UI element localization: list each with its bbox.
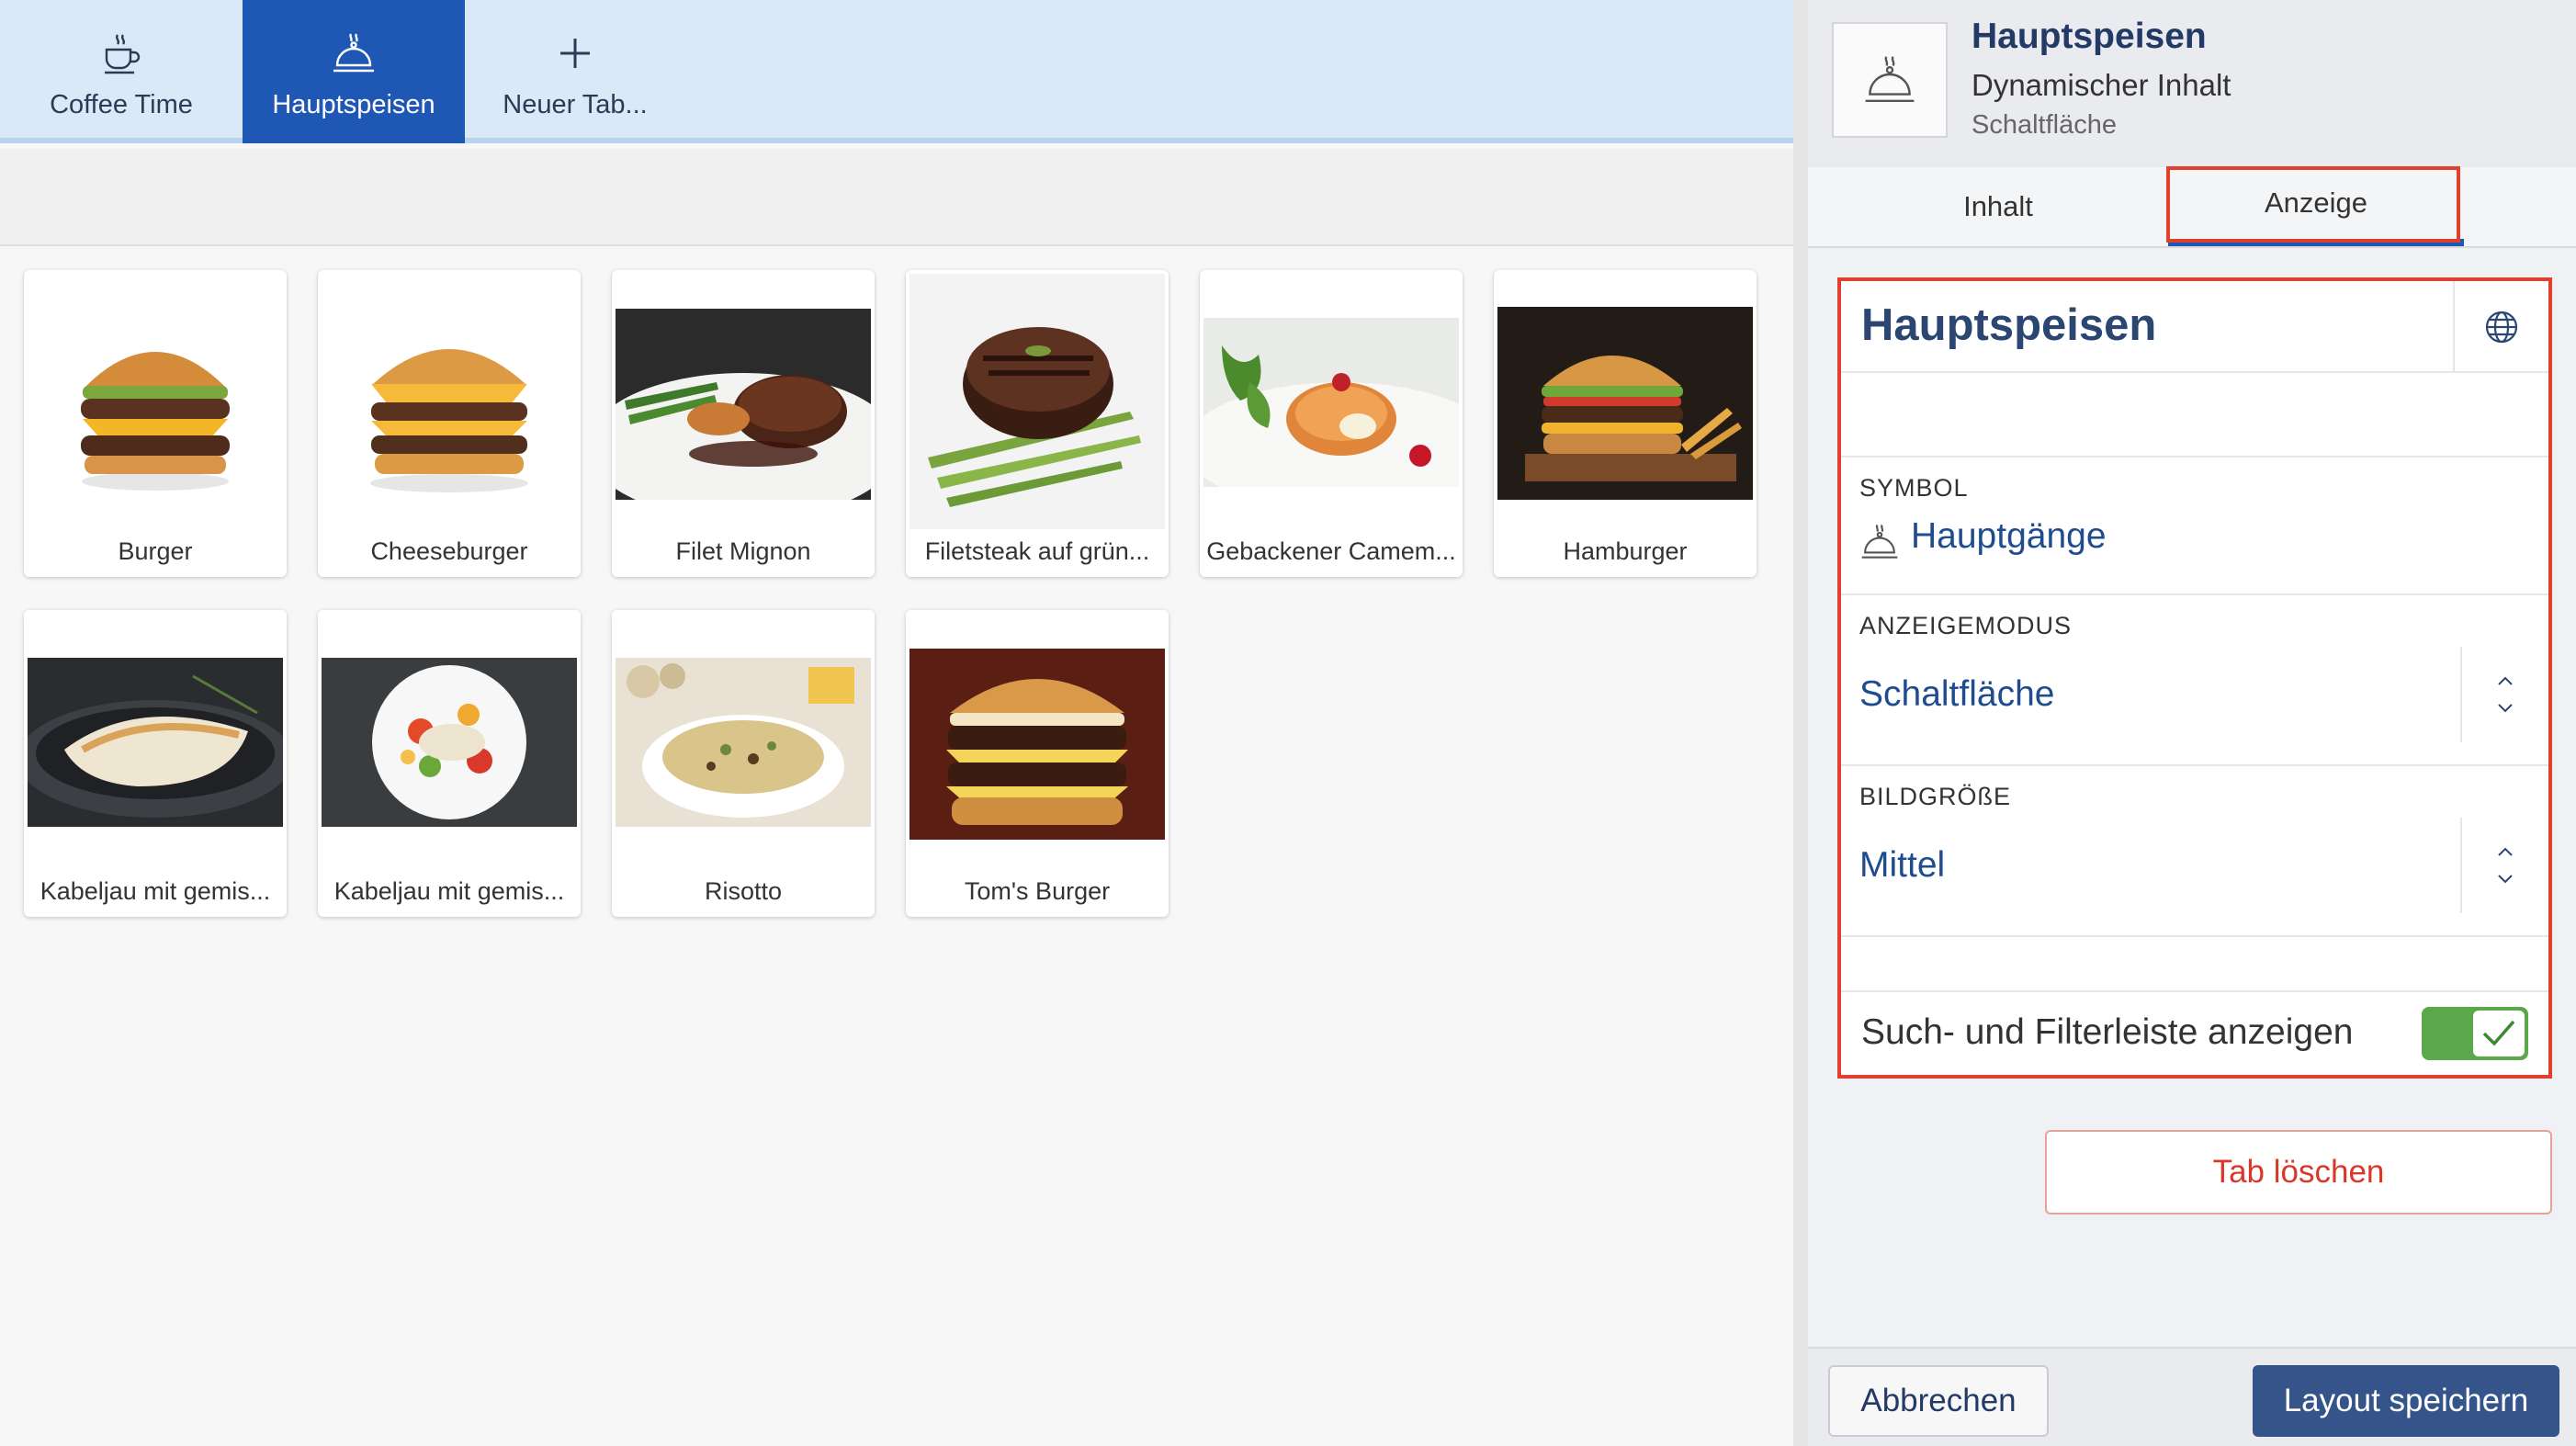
product-card-filetsteak[interactable]: Filetsteak auf grün... — [906, 270, 1169, 577]
panel-subtitle: Dynamischer Inhalt — [1972, 68, 2231, 102]
plus-icon — [551, 29, 599, 77]
product-card-burger[interactable]: Burger — [24, 270, 287, 577]
panel-footer: Abbrechen Layout speichern — [1808, 1347, 2576, 1446]
panel-header: Hauptspeisen Dynamischer Inhalt Schaltfl… — [1808, 0, 2576, 167]
display-mode-stepper[interactable] — [2460, 647, 2548, 742]
cheeseburger-photo — [322, 288, 577, 509]
search-filter-toggle-label: Such- und Filterleiste anzeigen — [1861, 1012, 2354, 1052]
toms-burger-photo — [910, 649, 1165, 840]
camembert-photo — [1203, 318, 1459, 487]
panel-element-type: Schaltfläche — [1972, 110, 2117, 140]
display-settings-form: Hauptspeisen SYMBOL Hauptgänge ANZEIGEMO… — [1837, 277, 2552, 1079]
tab-anzeige[interactable]: Anzeige — [2168, 167, 2464, 246]
product-card-kabeljau-2[interactable]: Kabeljau mit gemis... — [318, 610, 581, 917]
search-filter-bar — [0, 149, 1793, 246]
tab-new[interactable]: Neuer Tab... — [465, 0, 685, 143]
product-card-risotto[interactable]: Risotto — [612, 610, 875, 917]
image-size-label: BILDGRÖßE — [1859, 783, 2012, 810]
check-icon — [2473, 1011, 2525, 1056]
product-card-cheeseburger[interactable]: Cheeseburger — [318, 270, 581, 577]
cloche-icon — [1832, 22, 1948, 138]
properties-panel: Hauptspeisen Dynamischer Inhalt Schaltfl… — [1808, 0, 2576, 1446]
cod-plate-photo — [322, 658, 577, 827]
filetsteak-photo — [910, 274, 1165, 529]
chevron-up-down-icon — [2498, 676, 2513, 713]
product-label: Gebackener Camem... — [1206, 537, 1456, 565]
search-filter-toggle-row: Such- und Filterleiste anzeigen — [1841, 992, 2548, 1075]
tab-title-field[interactable]: Hauptspeisen — [1861, 299, 2156, 351]
product-card-filet-mignon[interactable]: Filet Mignon — [612, 270, 875, 577]
delete-tab-button[interactable]: Tab löschen — [2045, 1130, 2552, 1214]
globe-icon[interactable] — [2453, 281, 2548, 373]
tab-bar: Coffee Time Hauptspeisen Neuer Tab... — [0, 0, 1793, 143]
cloche-icon — [1859, 520, 1900, 564]
product-label: Kabeljau mit gemis... — [40, 877, 271, 905]
panel-divider — [1793, 0, 1808, 1446]
spacer-row — [1841, 937, 2548, 992]
product-label: Cheeseburger — [370, 537, 528, 565]
burger-photo — [28, 288, 283, 509]
product-label: Burger — [118, 537, 193, 565]
product-label: Filet Mignon — [675, 537, 811, 565]
display-mode-select[interactable]: Schaltfläche — [1859, 674, 2054, 715]
panel-tabs: Inhalt Anzeige — [1808, 167, 2576, 248]
symbol-value: Hauptgänge — [1911, 516, 2107, 556]
search-filter-toggle[interactable] — [2422, 1007, 2528, 1060]
tab-label: Hauptspeisen — [272, 89, 435, 119]
product-card-camembert[interactable]: Gebackener Camem... — [1200, 270, 1463, 577]
coffee-cup-icon — [97, 29, 145, 77]
symbol-label: SYMBOL — [1859, 474, 1969, 502]
cloche-icon — [330, 29, 378, 77]
product-label: Tom's Burger — [964, 877, 1111, 905]
product-label: Risotto — [704, 877, 783, 905]
title-row: Hauptspeisen — [1841, 281, 2548, 373]
filet-mignon-photo — [616, 309, 871, 500]
cod-pan-photo — [28, 658, 283, 827]
product-label: Filetsteak auf grün... — [924, 537, 1150, 565]
spacer-row — [1841, 373, 2548, 458]
tab-hauptspeisen[interactable]: Hauptspeisen — [243, 0, 465, 143]
display-mode-row: ANZEIGEMODUS Schaltfläche — [1841, 595, 2548, 766]
panel-title: Hauptspeisen — [1972, 17, 2207, 56]
image-size-row: BILDGRÖßE Mittel — [1841, 766, 2548, 937]
symbol-row[interactable]: SYMBOL Hauptgänge — [1841, 458, 2548, 595]
image-size-stepper[interactable] — [2460, 818, 2548, 913]
display-mode-label: ANZEIGEMODUS — [1859, 612, 2073, 639]
tab-label: Coffee Time — [50, 89, 193, 119]
save-layout-button[interactable]: Layout speichern — [2253, 1365, 2559, 1437]
tab-coffee-time[interactable]: Coffee Time — [0, 0, 243, 143]
image-size-select[interactable]: Mittel — [1859, 845, 1945, 886]
hamburger-photo — [1497, 307, 1753, 500]
product-card-toms-burger[interactable]: Tom's Burger — [906, 610, 1169, 917]
product-label: Kabeljau mit gemis... — [333, 877, 565, 905]
chevron-up-down-icon — [2498, 847, 2513, 884]
product-card-kabeljau-1[interactable]: Kabeljau mit gemis... — [24, 610, 287, 917]
tab-inhalt[interactable]: Inhalt — [1808, 167, 2188, 246]
product-label: Hamburger — [1563, 537, 1688, 565]
cancel-button[interactable]: Abbrechen — [1828, 1365, 2049, 1437]
layout-editor-area: Coffee Time Hauptspeisen Neuer Tab... Bu… — [0, 0, 1793, 1446]
tab-label: Neuer Tab... — [503, 89, 648, 119]
risotto-photo — [616, 658, 871, 827]
product-card-hamburger[interactable]: Hamburger — [1494, 270, 1757, 577]
